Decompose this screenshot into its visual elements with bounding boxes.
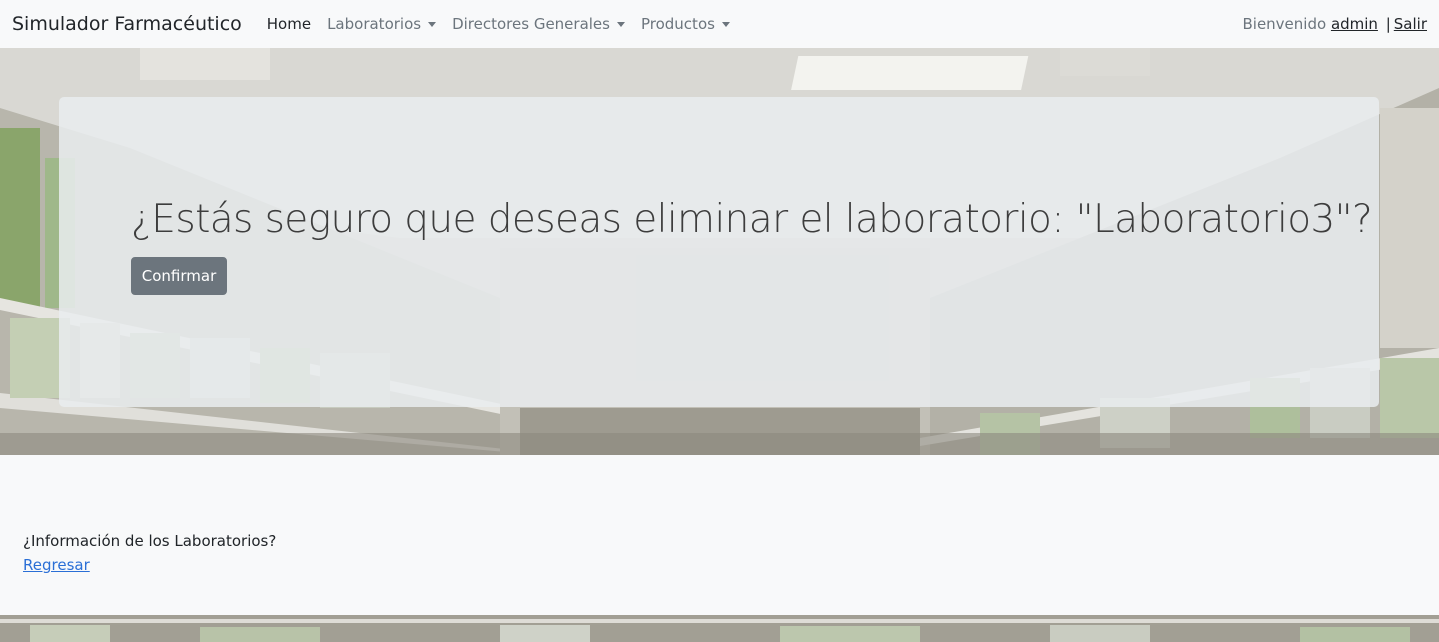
footer-background-image xyxy=(0,615,1439,642)
welcome-text: Bienvenido xyxy=(1242,15,1327,33)
back-link[interactable]: Regresar xyxy=(23,556,90,574)
user-separator: | xyxy=(1385,15,1391,33)
nav-links: Home Laboratorios Directores Generales P… xyxy=(259,15,738,33)
info-question: ¿Información de los Laboratorios? xyxy=(23,532,277,550)
logout-link[interactable]: Salir xyxy=(1394,15,1427,33)
confirm-button[interactable]: Confirmar xyxy=(131,257,227,295)
nav-home-label: Home xyxy=(266,15,312,33)
nav-directores-dropdown[interactable]: Directores Generales xyxy=(444,15,633,33)
pharmacy-shelf-strip xyxy=(0,615,1439,642)
caret-down-icon xyxy=(428,21,437,27)
main-content: ¿Información de los Laboratorios? Regres… xyxy=(23,529,276,577)
confirmation-jumbotron: ¿Estás seguro que deseas eliminar el lab… xyxy=(59,97,1379,407)
hero-section: ¿Estás seguro que deseas eliminar el lab… xyxy=(0,48,1439,455)
nav-directores-label: Directores Generales xyxy=(452,15,610,33)
username-link[interactable]: admin xyxy=(1331,15,1378,33)
nav-productos-label: Productos xyxy=(640,15,715,33)
delete-confirmation-title: ¿Estás seguro que deseas eliminar el lab… xyxy=(131,197,1373,242)
user-area: Bienvenido admin | Salir xyxy=(1242,15,1427,33)
navbar-brand[interactable]: Simulador Farmacéutico xyxy=(12,13,242,35)
nav-laboratorios-label: Laboratorios xyxy=(327,15,422,33)
nav-laboratorios-dropdown[interactable]: Laboratorios xyxy=(319,15,444,33)
caret-down-icon xyxy=(721,21,730,27)
nav-productos-dropdown[interactable]: Productos xyxy=(633,15,738,33)
caret-down-icon xyxy=(616,21,625,27)
nav-home[interactable]: Home xyxy=(259,15,319,33)
top-navbar: Simulador Farmacéutico Home Laboratorios… xyxy=(0,0,1439,48)
